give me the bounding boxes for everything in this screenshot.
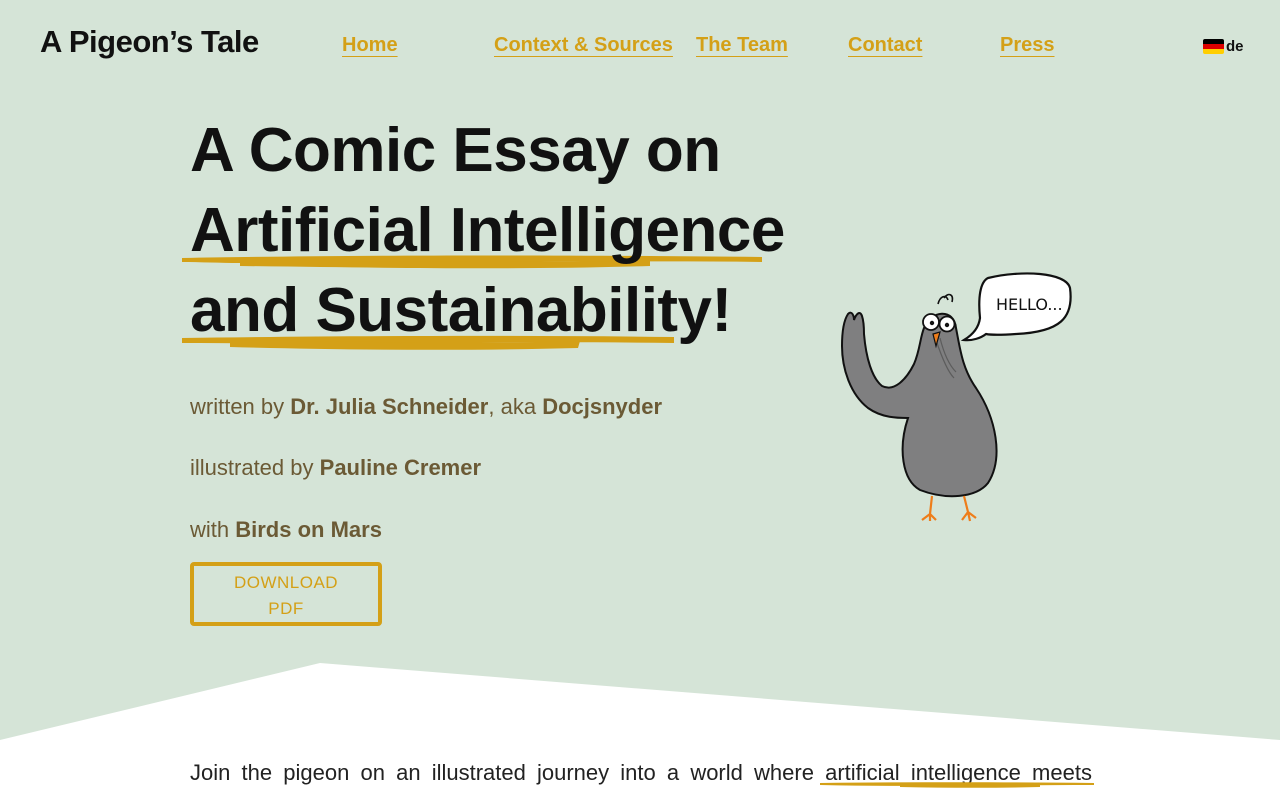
intro-text: Join the pigeon on an illustrated journe… <box>190 760 1092 785</box>
intro-highlight-word: artificial <box>825 760 900 785</box>
language-label: de <box>1226 38 1244 55</box>
partner-name: Birds on Mars <box>235 517 382 542</box>
german-flag-icon <box>1203 39 1224 54</box>
credit-illustrated: illustrated by Pauline Cremer <box>190 455 482 480</box>
author-name: Dr. Julia Schneider <box>290 394 489 419</box>
hero-title-line-2: Artificial Intelligence <box>190 196 785 265</box>
nav-home[interactable]: Home <box>342 34 398 57</box>
language-switch[interactable]: de <box>1203 38 1244 55</box>
hero-title-line-1: A Comic Essay on <box>190 116 721 185</box>
credit-with: with Birds on Mars <box>190 517 382 542</box>
intro-highlight-word: intelligence <box>910 760 1021 785</box>
nav-press[interactable]: Press <box>1000 34 1055 57</box>
hero-title-line-3: and Sustainability! <box>190 276 732 345</box>
author-alias: Docjsnyder <box>542 394 663 419</box>
speech-bubble-text: HELLO... <box>996 295 1063 314</box>
nav-the-team[interactable]: The Team <box>696 34 788 57</box>
nav-contact[interactable]: Contact <box>848 34 922 57</box>
site-logo[interactable]: A Pigeon’s Tale <box>40 24 259 60</box>
download-pdf-button[interactable]: DOWNLOAD PDF <box>190 562 382 626</box>
nav-context-sources[interactable]: Context & Sources <box>494 34 673 57</box>
credit-written: written by Dr. Julia Schneider, aka Docj… <box>190 394 663 419</box>
illustrator-name: Pauline Cremer <box>319 455 482 480</box>
speech-bubble: HELLO... <box>960 272 1072 342</box>
intro-highlight-word: meets <box>1032 760 1092 785</box>
pigeon-illustration: HELLO... <box>840 272 1072 522</box>
